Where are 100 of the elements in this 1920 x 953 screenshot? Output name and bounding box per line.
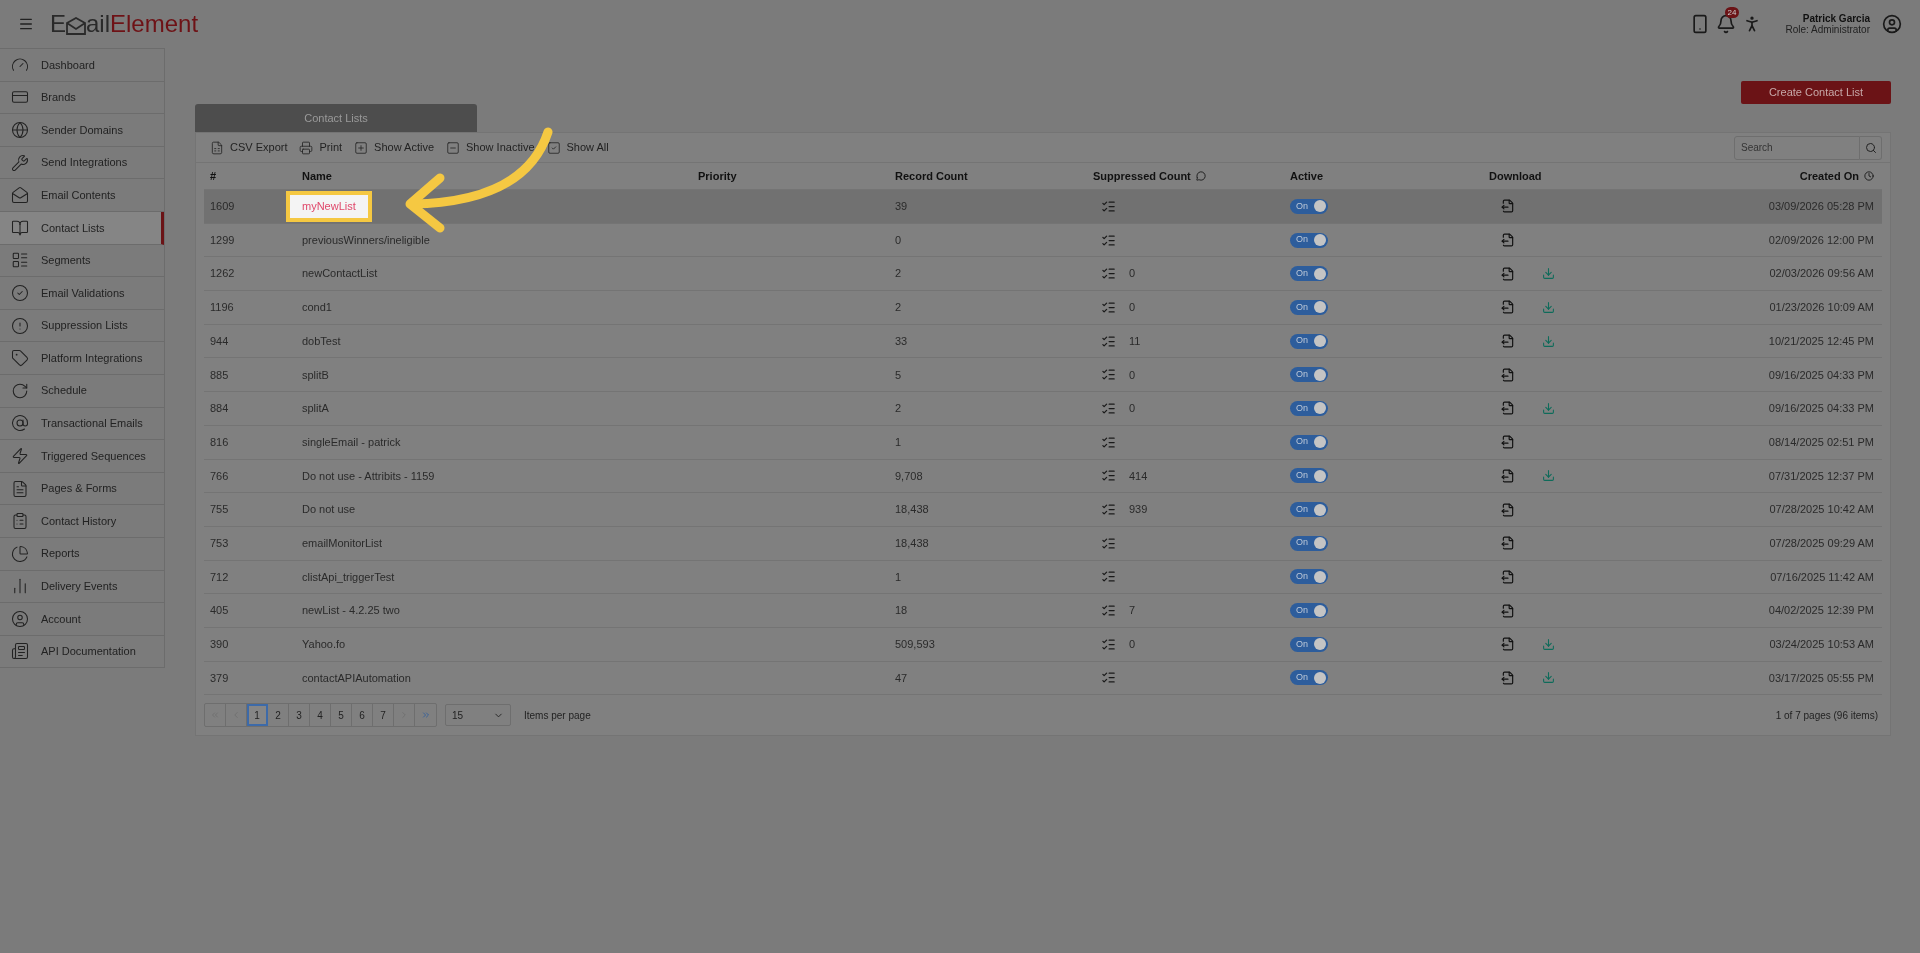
sidebar-item[interactable]: Sender Domains: [0, 114, 164, 147]
file-export-icon[interactable]: [1501, 502, 1515, 517]
toggle-switch[interactable]: On: [1290, 569, 1328, 585]
file-export-icon[interactable]: [1501, 199, 1515, 214]
page-button[interactable]: 2: [268, 704, 289, 727]
sidebar-item[interactable]: Segments: [0, 244, 164, 278]
page-button[interactable]: 3: [289, 704, 310, 727]
list-checks-icon[interactable]: [1101, 232, 1116, 248]
toggle-switch[interactable]: On: [1290, 198, 1328, 214]
table-row[interactable]: 1299 previousWinners/ineligible 0 On 02/09/2026 12:00 PM: [204, 223, 1882, 258]
list-checks-icon[interactable]: [1101, 299, 1116, 315]
toolbar-button[interactable]: Show Inactive: [446, 139, 535, 156]
file-export-icon[interactable]: [1501, 367, 1515, 382]
table-row[interactable]: 1196 cond1 2 0 On 01/23/2026 10:09 AM: [204, 291, 1882, 325]
list-name-link[interactable]: splitA: [302, 400, 329, 417]
sidebar-item[interactable]: Dashboard: [0, 49, 164, 82]
list-name-link[interactable]: clistApi_triggerTest: [302, 568, 395, 586]
list-name-link[interactable]: newList - 4.2.25 two: [302, 602, 400, 619]
search-button[interactable]: [1860, 135, 1882, 160]
sidebar-item[interactable]: API Documentation: [0, 635, 164, 669]
toggle-switch[interactable]: On: [1290, 400, 1328, 416]
sidebar-item[interactable]: Brands: [0, 81, 164, 115]
list-checks-icon[interactable]: [1101, 198, 1116, 214]
toggle-switch[interactable]: On: [1290, 603, 1328, 619]
toolbar-button[interactable]: CSV Export: [210, 139, 288, 156]
toggle-switch[interactable]: On: [1290, 299, 1328, 315]
sidebar-item[interactable]: Triggered Sequences: [0, 440, 164, 473]
list-name-link[interactable]: singleEmail - patrick: [302, 433, 401, 451]
toolbar-button[interactable]: Show All: [546, 139, 609, 156]
list-name-link[interactable]: cond1: [302, 299, 332, 316]
toggle-switch[interactable]: On: [1290, 266, 1328, 282]
page-button[interactable]: 7: [373, 704, 394, 727]
menu-icon[interactable]: [18, 16, 34, 32]
list-checks-icon[interactable]: [1101, 535, 1116, 551]
sidebar-item[interactable]: Suppression Lists: [0, 309, 164, 343]
sidebar-item[interactable]: Email Contents: [0, 179, 164, 212]
sidebar-item[interactable]: Account: [0, 603, 164, 636]
highlighted-link[interactable]: myNewList: [286, 191, 372, 222]
list-checks-icon[interactable]: [1101, 569, 1116, 585]
list-checks-icon[interactable]: [1101, 367, 1116, 383]
table-row[interactable]: 405 newList - 4.2.25 two 18 7 On 04/02/2025 12:39 PM: [204, 594, 1882, 628]
file-export-icon[interactable]: [1501, 300, 1515, 315]
list-name-link[interactable]: newContactList: [302, 265, 378, 282]
page-size-dropdown[interactable]: 15: [445, 704, 511, 727]
search-field[interactable]: Search: [1734, 135, 1860, 160]
file-export-icon[interactable]: [1501, 603, 1515, 618]
file-export-icon[interactable]: [1501, 670, 1515, 685]
list-checks-icon[interactable]: [1101, 670, 1116, 686]
file-export-icon[interactable]: [1501, 637, 1515, 652]
sidebar-item[interactable]: Send Integrations: [0, 146, 164, 180]
table-row[interactable]: 712 clistApi_triggerTest 1 On 07/16/2025 11:42 AM: [204, 560, 1882, 595]
toggle-switch[interactable]: On: [1290, 367, 1328, 383]
file-export-icon[interactable]: [1501, 468, 1515, 483]
sidebar-item[interactable]: Contact Lists: [0, 211, 164, 245]
sidebar-item[interactable]: Pages & Forms: [0, 472, 164, 506]
page-button[interactable]: 1: [247, 704, 268, 727]
list-checks-icon[interactable]: [1101, 468, 1116, 484]
list-checks-icon[interactable]: [1101, 603, 1116, 619]
toggle-switch[interactable]: On: [1290, 434, 1328, 450]
page-button[interactable]: 5: [331, 704, 352, 727]
toggle-switch[interactable]: On: [1290, 468, 1328, 484]
list-name-link[interactable]: splitB: [302, 366, 329, 384]
table-row[interactable]: 944 dobTest 33 11 On 10/21/2025 12:45 PM: [204, 324, 1882, 359]
table-row[interactable]: 884 splitA 2 0 On 09/16/2025 04:33 PM: [204, 392, 1882, 426]
list-checks-icon[interactable]: [1101, 502, 1116, 518]
sidebar-item[interactable]: Email Validations: [0, 277, 164, 310]
sidebar-item[interactable]: Platform Integrations: [0, 342, 164, 375]
table-row[interactable]: 1262 newContactList 2 0 On 02/03/2026 09:56 AM: [204, 257, 1882, 292]
file-export-icon[interactable]: [1501, 569, 1515, 584]
list-name-link[interactable]: Yahoo.fo: [302, 636, 346, 653]
table-row[interactable]: 885 splitB 5 0 On 09/16/2025 04:33 PM: [204, 358, 1882, 393]
toggle-switch[interactable]: On: [1290, 232, 1328, 248]
create-contact-list-button[interactable]: Create Contact List: [1741, 81, 1891, 104]
list-name-link[interactable]: previousWinners/ineligible: [302, 231, 430, 249]
file-export-icon[interactable]: [1501, 401, 1515, 416]
list-name-link[interactable]: Do not use - Attribits - 1159: [302, 467, 435, 485]
table-row[interactable]: 753 emailMonitorList 18,438 On 07/28/2025 09:29 AM: [204, 526, 1882, 561]
toggle-switch[interactable]: On: [1290, 333, 1328, 349]
list-checks-icon[interactable]: [1101, 266, 1116, 282]
sidebar-item[interactable]: Schedule: [0, 374, 164, 408]
sidebar-item[interactable]: Delivery Events: [0, 570, 164, 604]
list-name-link[interactable]: Do not use: [302, 501, 356, 518]
table-row[interactable]: 766 Do not use - Attribits - 1159 9,708 414 On 07/31/2025 12:37 PM: [204, 459, 1882, 494]
tab[interactable]: Contact Lists: [195, 104, 477, 132]
file-export-icon[interactable]: [1501, 233, 1515, 248]
toggle-switch[interactable]: On: [1290, 636, 1328, 652]
table-row[interactable]: 390 Yahoo.fo 509,593 0 On 03/24/2025 10:53 AM: [204, 627, 1882, 662]
list-checks-icon[interactable]: [1101, 333, 1116, 349]
file-export-icon[interactable]: [1501, 266, 1515, 281]
table-row[interactable]: 379 contactAPIAutomation 47 On 03/17/2025 05:55 PM: [204, 661, 1882, 696]
table-row[interactable]: 816 singleEmail - patrick 1 On 08/14/2025 02:51 PM: [204, 425, 1882, 460]
toggle-switch[interactable]: On: [1290, 535, 1328, 551]
page-button[interactable]: 6: [352, 704, 373, 727]
list-checks-icon[interactable]: [1101, 636, 1116, 652]
list-name-link[interactable]: contactAPIAutomation: [302, 669, 411, 687]
file-export-icon[interactable]: [1501, 334, 1515, 349]
user-icon[interactable]: [1882, 14, 1902, 34]
list-name-link[interactable]: emailMonitorList: [302, 534, 383, 552]
file-export-icon[interactable]: [1501, 435, 1515, 450]
toolbar-button[interactable]: Show Active: [354, 139, 434, 156]
